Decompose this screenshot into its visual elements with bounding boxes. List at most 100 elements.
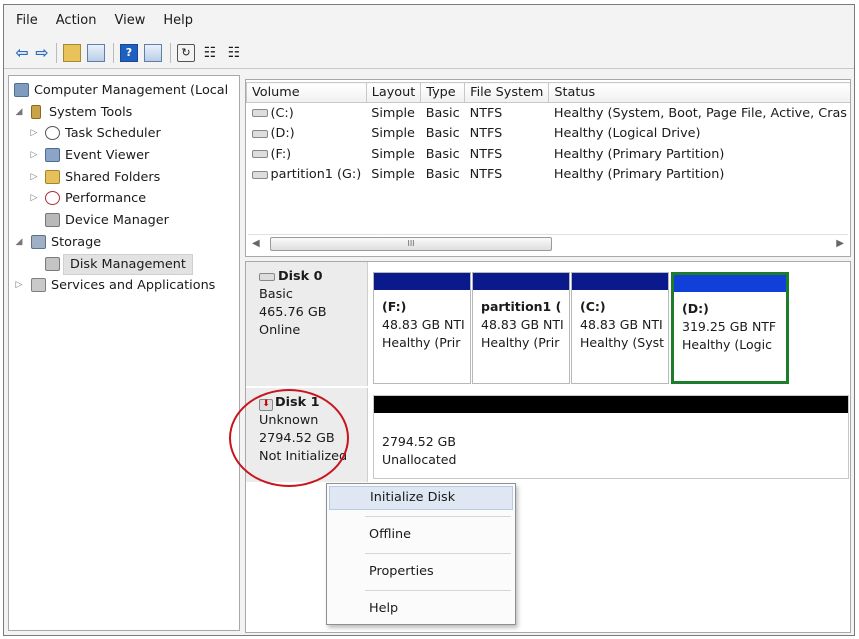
menu-item-offline[interactable]: Offline: [329, 523, 513, 547]
layout-cell: Simple: [371, 105, 415, 121]
partition-bar: [674, 275, 786, 292]
partition-name: partition1 (: [481, 299, 562, 314]
type-cell: Basic: [425, 105, 460, 121]
tree-item-task-scheduler[interactable]: ▷ Task Scheduler: [9, 123, 239, 145]
column-header-layout[interactable]: Layout: [365, 82, 422, 103]
partition-bar: [374, 273, 470, 290]
disk-management-icon: [45, 256, 60, 271]
column-header-type[interactable]: Type: [420, 82, 466, 103]
partition-name: (F:): [382, 299, 407, 314]
menu-item-help[interactable]: Help: [329, 597, 513, 621]
table-row[interactable]: (F:) Simple Basic NTFS Healthy (Primary …: [247, 144, 851, 165]
menu-action[interactable]: Action: [47, 13, 106, 28]
event-viewer-icon: [45, 148, 60, 163]
drive-icon: [251, 170, 268, 179]
unallocated-label: Unallocated: [382, 452, 457, 467]
horizontal-scrollbar[interactable]: ◀ III ▶: [248, 234, 848, 252]
tree-item-disk-management[interactable]: Disk Management: [9, 253, 239, 276]
volume-list: Volume Layout Type File System Status (C…: [245, 79, 851, 257]
refresh-icon[interactable]: ↻: [177, 43, 195, 62]
partition-name: (D:): [682, 301, 709, 316]
table-row[interactable]: (D:) Simple Basic NTFS Healthy (Logical …: [247, 124, 851, 145]
disk-0-state: Online: [259, 323, 301, 338]
collapsed-arrow-icon[interactable]: ▷: [29, 145, 39, 166]
clock-icon: [45, 126, 60, 141]
partition-status: Healthy (Prir: [481, 335, 560, 350]
layout-cell: Simple: [371, 146, 415, 162]
up-folder-icon[interactable]: [63, 43, 81, 62]
forward-arrow-icon[interactable]: ⇨: [34, 43, 50, 62]
toolbar: ⇦ ⇨ ? ↻ ☷ ☷: [4, 37, 854, 69]
window: File Action View Help ⇦ ⇨ ? ↻ ☷ ☷ Comput…: [3, 4, 855, 636]
menu-item-initialize-disk[interactable]: Initialize Disk: [329, 486, 513, 510]
layout-cell: Simple: [371, 126, 415, 142]
column-header-volume[interactable]: Volume: [246, 82, 367, 103]
menu-separator: [365, 553, 511, 554]
collapsed-arrow-icon[interactable]: ▷: [29, 167, 39, 188]
tree-item-label: Performance: [65, 191, 147, 207]
partition-size: 319.25 GB NTF: [682, 319, 777, 334]
collapsed-arrow-icon[interactable]: ▷: [29, 188, 39, 209]
drive-icon: [251, 150, 268, 159]
partition-status: Healthy (Prir: [382, 335, 461, 350]
tree-item-label: Task Scheduler: [65, 126, 161, 142]
tree-item-storage[interactable]: ◢ Storage: [9, 232, 239, 254]
menu-help[interactable]: Help: [154, 13, 202, 28]
partition-size: 48.83 GB NTI: [481, 317, 564, 332]
collapsed-arrow-icon[interactable]: ▷: [14, 275, 24, 296]
annotation-circle: [229, 389, 349, 487]
expanded-arrow-icon[interactable]: ◢: [14, 102, 24, 123]
device-manager-icon: [45, 213, 60, 228]
collapsed-arrow-icon[interactable]: ▷: [29, 123, 39, 144]
partition-status: Healthy (Syst: [580, 335, 665, 350]
unallocated-size: 2794.52 GB: [382, 434, 456, 449]
tree-item-label: Disk Management: [63, 253, 193, 275]
table-row[interactable]: (C:) Simple Basic NTFS Healthy (System, …: [247, 103, 851, 124]
unallocated-space[interactable]: 2794.52 GB Unallocated: [373, 395, 849, 479]
partition-d[interactable]: (D:) 319.25 GB NTF Healthy (Logic: [671, 272, 789, 384]
show-hide-tree-icon[interactable]: [87, 43, 105, 62]
tree-item-shared-folders[interactable]: ▷ Shared Folders: [9, 167, 239, 189]
status-cell: Healthy (Primary Partition): [553, 167, 725, 183]
tree-item-event-viewer[interactable]: ▷ Event Viewer: [9, 145, 239, 167]
partition-g[interactable]: partition1 ( 48.83 GB NTI Healthy (Prir: [472, 272, 570, 384]
drive-icon: [251, 109, 268, 118]
tree-item-label: Shared Folders: [65, 169, 161, 185]
partition-c[interactable]: (C:) 48.83 GB NTI Healthy (Syst: [571, 272, 669, 384]
tree-item-label: Device Manager: [65, 213, 169, 229]
shared-folder-icon: [45, 169, 60, 184]
storage-icon: [31, 234, 46, 249]
tree-item-label: Computer Management (Local: [34, 83, 229, 98]
partition-f[interactable]: (F:) 48.83 GB NTI Healthy (Prir: [373, 272, 471, 384]
partition-name: (C:): [580, 299, 606, 314]
menu-separator: [365, 590, 511, 591]
disk-0-size: 465.76 GB: [259, 305, 327, 320]
export-icon[interactable]: ☷: [201, 44, 219, 62]
volume-cell: partition1 (G:): [247, 165, 367, 186]
scroll-right-icon[interactable]: ▶: [836, 235, 844, 252]
expanded-arrow-icon[interactable]: ◢: [14, 232, 24, 253]
type-cell: Basic: [425, 146, 460, 162]
back-arrow-icon[interactable]: ⇦: [14, 43, 30, 62]
toolbar-separator: [170, 42, 171, 63]
menu-file[interactable]: File: [4, 13, 47, 28]
tree-item-services-and-applications[interactable]: ▷ Services and Applications: [9, 275, 239, 297]
menu-bar: File Action View Help: [4, 5, 854, 35]
column-header-status[interactable]: Status: [548, 82, 850, 103]
tree-item-device-manager[interactable]: Device Manager: [9, 210, 239, 232]
table-row[interactable]: partition1 (G:) Simple Basic NTFS Health…: [247, 165, 851, 186]
scroll-thumb[interactable]: III: [270, 237, 552, 251]
file-system-cell: NTFS: [469, 105, 503, 121]
tree-item-performance[interactable]: ▷ Performance: [9, 188, 239, 210]
menu-item-properties[interactable]: Properties: [329, 560, 513, 584]
help-icon[interactable]: ?: [120, 43, 138, 62]
properties-icon[interactable]: [144, 43, 162, 62]
tree-item-computer-management[interactable]: Computer Management (Local: [9, 80, 239, 102]
tree-item-label: System Tools: [49, 104, 133, 120]
disk-0-label[interactable]: Disk 0 Basic 465.76 GB Online: [246, 262, 368, 386]
scroll-left-icon[interactable]: ◀: [252, 235, 260, 252]
disk-settings-icon[interactable]: ☷: [225, 44, 243, 62]
column-header-file-system[interactable]: File System: [464, 82, 550, 103]
tree-item-system-tools[interactable]: ◢ System Tools: [9, 102, 239, 124]
menu-view[interactable]: View: [105, 13, 154, 28]
